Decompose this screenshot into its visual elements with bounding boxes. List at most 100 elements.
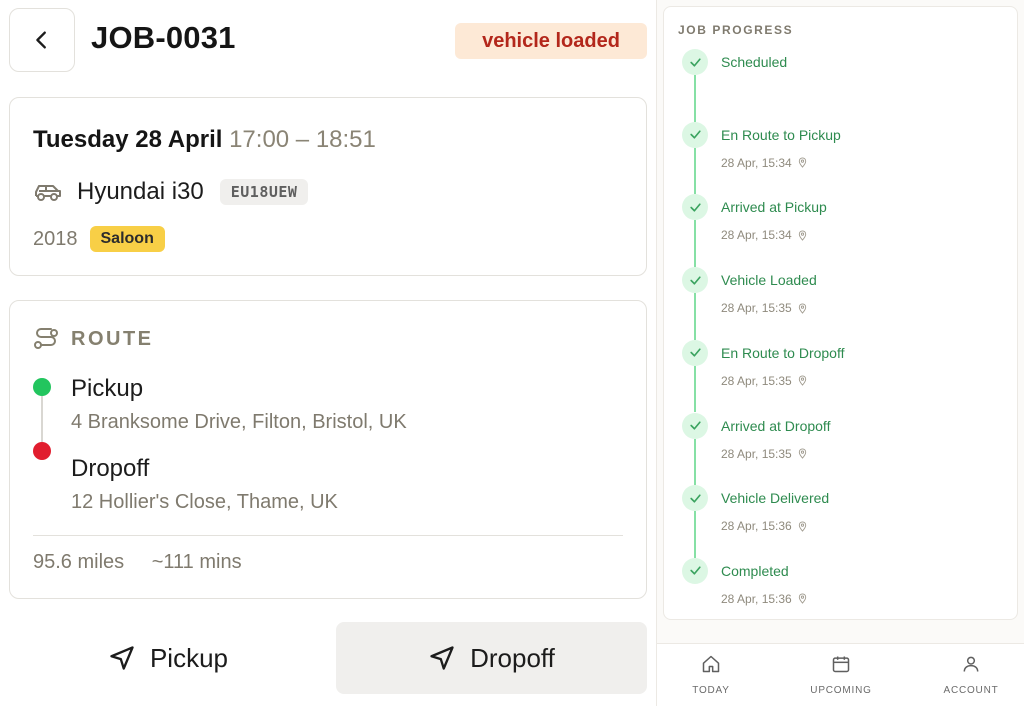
tab-upcoming-label: UPCOMING xyxy=(810,685,872,696)
step-name: En Route to Dropoff xyxy=(721,344,845,361)
tab-today-label: TODAY xyxy=(692,685,730,696)
back-button[interactable] xyxy=(9,8,75,72)
dropoff-stop: Dropoff 12 Hollier's Close, Thame, UK xyxy=(71,455,338,514)
location-pin-icon xyxy=(798,303,806,314)
step-timestamp: 28 Apr, 15:35 xyxy=(721,301,792,316)
plate-badge: EU18UEW xyxy=(219,179,309,205)
step-check xyxy=(682,49,708,75)
pickup-address: 4 Branksome Drive, Filton, Bristol, UK xyxy=(71,411,407,433)
route-card: ROUTE Pickup 4 Branksome Drive, Filton, … xyxy=(9,300,647,599)
route-distance: 95.6 miles xyxy=(33,551,125,573)
check-icon xyxy=(689,421,701,430)
route-icon xyxy=(34,328,58,349)
step-check xyxy=(682,121,708,148)
dropoff-dot xyxy=(33,442,51,460)
status-badge: vehicle loaded xyxy=(455,23,647,59)
step-time: 28 Apr, 15:34 xyxy=(721,156,808,170)
location-pin-icon xyxy=(798,521,806,532)
chevron-left-icon xyxy=(36,31,46,49)
schedule-date: Tuesday 28 April xyxy=(33,126,223,153)
location-pin-icon xyxy=(798,157,806,168)
step-time: 28 Apr, 15:36 xyxy=(721,592,808,606)
step-time: 28 Apr, 15:34 xyxy=(721,228,808,242)
step-name: En Route to Pickup xyxy=(721,126,841,143)
divider xyxy=(33,535,623,536)
check-icon xyxy=(689,203,701,212)
route-connector xyxy=(41,396,43,442)
check-icon xyxy=(689,494,701,503)
step-check xyxy=(682,557,708,584)
step-time: 28 Apr, 15:35 xyxy=(721,301,808,315)
check-icon xyxy=(689,57,701,67)
route-duration: ~111 mins xyxy=(151,551,242,573)
step-connector xyxy=(694,147,696,195)
navigate-dropoff-label: Dropoff xyxy=(470,642,555,673)
step-name: Vehicle Loaded xyxy=(721,272,817,289)
step-timestamp: 28 Apr, 15:35 xyxy=(721,446,792,461)
calendar-icon xyxy=(832,656,850,673)
step-name: Vehicle Delivered xyxy=(721,490,830,507)
tab-account[interactable]: ACCOUNT xyxy=(921,654,1021,696)
location-pin-icon xyxy=(798,375,806,387)
navigate-pickup-button[interactable]: Pickup xyxy=(9,622,327,694)
vehicle-year: 2018 xyxy=(33,227,78,250)
step-connector xyxy=(694,293,696,340)
check-icon xyxy=(689,566,701,575)
progress-title: JOB PROGRESS xyxy=(678,23,794,37)
step-connector xyxy=(694,220,696,268)
navigate-pickup-label: Pickup xyxy=(149,642,229,673)
step-check xyxy=(682,339,708,366)
location-pin-icon xyxy=(798,230,806,241)
job-progress-card: JOB PROGRESS Scheduled En Route to Pickup… xyxy=(663,6,1018,620)
tab-upcoming[interactable]: UPCOMING xyxy=(791,654,891,696)
step-connector xyxy=(694,365,696,413)
step-name: Arrived at Dropoff xyxy=(721,417,831,434)
step-connector xyxy=(694,75,696,122)
navigate-dropoff-button[interactable]: Dropoff xyxy=(336,622,647,694)
location-pin-icon xyxy=(798,593,806,605)
pickup-label: Pickup xyxy=(71,375,144,402)
schedule-line: Tuesday 28 April 17:00 – 18:51 xyxy=(33,126,376,154)
step-time: 28 Apr, 15:35 xyxy=(721,447,808,461)
step-connector xyxy=(694,438,696,486)
check-icon xyxy=(689,276,701,285)
step-time: 28 Apr, 15:35 xyxy=(721,374,808,388)
step-check xyxy=(682,194,708,221)
navigation-arrow-icon xyxy=(110,646,134,670)
schedule-time: 17:00 – 18:51 xyxy=(229,126,376,153)
job-detail-pane: JOB-0031 vehicle loaded Tuesday 28 April… xyxy=(0,0,656,706)
dropoff-label: Dropoff xyxy=(71,455,150,482)
home-icon xyxy=(702,655,720,673)
pickup-dot xyxy=(33,378,51,396)
location-pin-icon xyxy=(798,448,806,459)
vehicle-row: Hyundai i30 EU18UEW xyxy=(33,178,309,206)
step-timestamp: 28 Apr, 15:34 xyxy=(721,155,792,170)
tab-today[interactable]: TODAY xyxy=(661,654,761,696)
step-name: Scheduled xyxy=(721,54,788,70)
step-check xyxy=(682,485,708,512)
check-icon xyxy=(689,130,701,139)
vehicle-name: Hyundai i30 xyxy=(77,178,204,205)
step-timestamp: 28 Apr, 15:36 xyxy=(721,591,792,606)
step-name: Arrived at Pickup xyxy=(721,199,827,216)
step-check xyxy=(682,267,708,294)
bottom-tab-bar: TODAY UPCOMING ACCOUNT xyxy=(657,643,1024,706)
step-connector xyxy=(694,511,696,558)
route-metrics: 95.6 miles ~111 mins xyxy=(33,551,242,574)
pickup-stop: Pickup 4 Branksome Drive, Filton, Bristo… xyxy=(71,375,407,434)
check-icon xyxy=(689,348,701,357)
route-header: ROUTE xyxy=(33,326,154,352)
step-timestamp: 28 Apr, 15:36 xyxy=(721,519,792,534)
step-time: 28 Apr, 15:36 xyxy=(721,519,808,533)
car-icon xyxy=(35,185,61,201)
progress-pane: JOB PROGRESS Scheduled En Route to Pickup… xyxy=(656,0,1024,706)
tab-account-label: ACCOUNT xyxy=(943,685,999,696)
step-timestamp: 28 Apr, 15:35 xyxy=(721,373,792,388)
step-check xyxy=(682,412,708,439)
step-name: Completed xyxy=(721,562,789,579)
user-icon xyxy=(963,656,979,672)
step-timestamp: 28 Apr, 15:34 xyxy=(721,228,792,243)
vehicle-card: Tuesday 28 April 17:00 – 18:51 Hyundai i… xyxy=(9,97,647,276)
navigation-arrow-icon xyxy=(430,646,454,670)
page-title: JOB-0031 xyxy=(91,20,236,55)
